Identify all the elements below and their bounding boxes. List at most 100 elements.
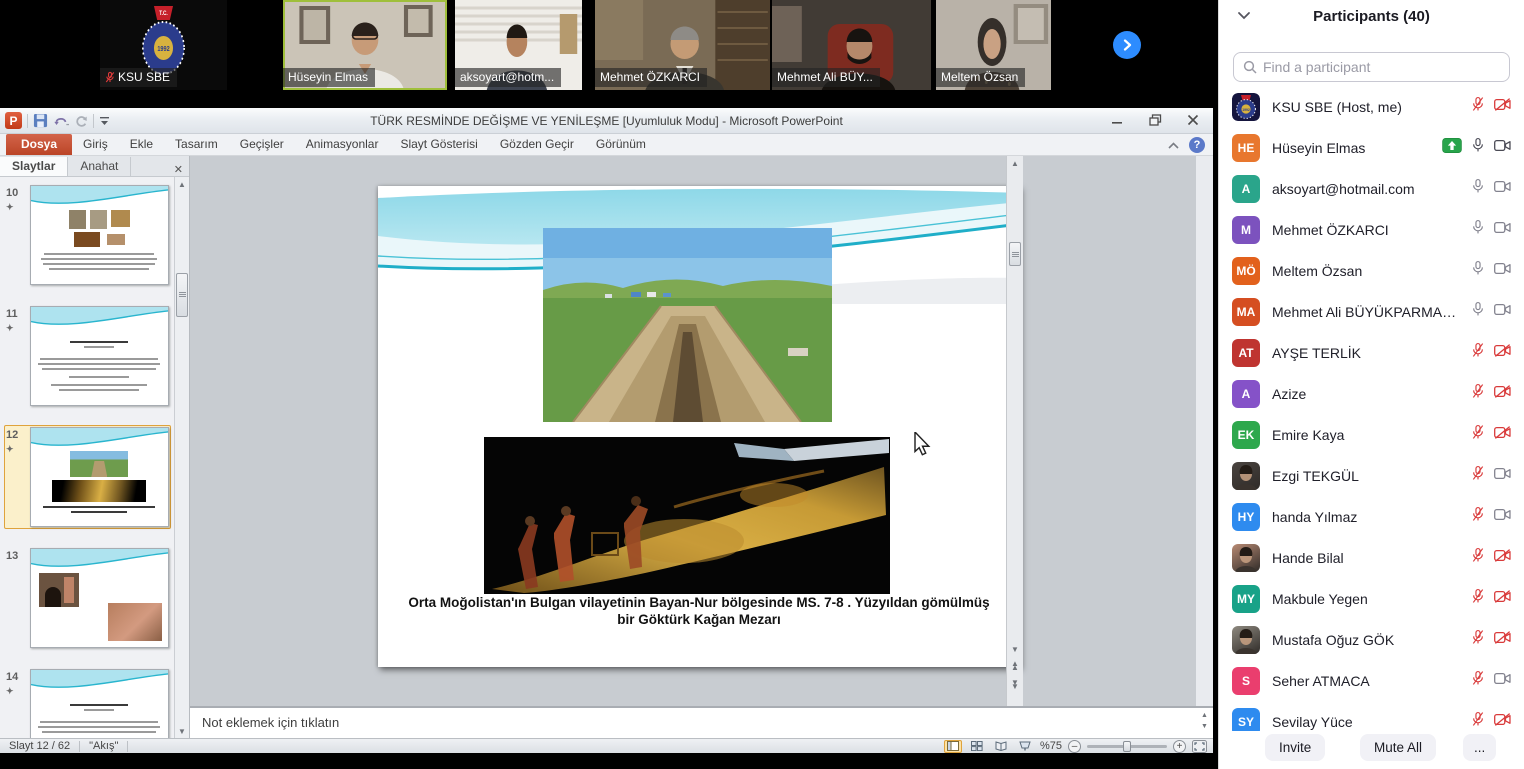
participant-row[interactable]: 1992KSU SBE (Host, me) bbox=[1219, 86, 1524, 127]
mic-on-icon[interactable] bbox=[1471, 137, 1485, 158]
zoom-out-button[interactable]: – bbox=[1068, 740, 1081, 753]
slideshow-view-button[interactable] bbox=[1016, 740, 1034, 753]
fit-to-window-button[interactable] bbox=[1192, 740, 1207, 753]
invite-button[interactable]: Invite bbox=[1265, 734, 1325, 761]
more-options-button[interactable]: ... bbox=[1463, 734, 1496, 761]
camera-on-icon[interactable] bbox=[1494, 180, 1511, 198]
zoom-slider-knob[interactable] bbox=[1123, 741, 1131, 752]
camera-on-icon[interactable] bbox=[1494, 262, 1511, 280]
camera-on-icon[interactable] bbox=[1494, 139, 1511, 157]
restore-button[interactable] bbox=[1141, 111, 1169, 129]
slide-thumbnail-row[interactable]: 13 bbox=[4, 546, 171, 650]
redo-icon[interactable] bbox=[74, 114, 88, 128]
camera-off-icon[interactable] bbox=[1494, 426, 1511, 444]
participant-row[interactable]: Ezgi TEKGÜL bbox=[1219, 455, 1524, 496]
reading-view-button[interactable] bbox=[992, 740, 1010, 753]
ribbon-tab-geçişler[interactable]: Geçişler bbox=[229, 134, 295, 155]
mute-all-button[interactable]: Mute All bbox=[1360, 734, 1436, 761]
participant-search[interactable] bbox=[1233, 52, 1510, 82]
participant-row[interactable]: Aaksoyart@hotmail.com bbox=[1219, 168, 1524, 209]
mic-on-icon[interactable] bbox=[1471, 260, 1485, 281]
participant-row[interactable]: MYMakbule Yegen bbox=[1219, 578, 1524, 619]
ribbon-tab-tasarım[interactable]: Tasarım bbox=[164, 134, 229, 155]
next-videos-button[interactable] bbox=[1113, 31, 1141, 59]
slide-thumbnail[interactable] bbox=[30, 185, 169, 285]
ribbon-collapse-icon[interactable] bbox=[1167, 141, 1180, 150]
slide-area-scrollbar[interactable]: ▲ ▼ ▲▲ ▼▼ bbox=[1006, 156, 1023, 706]
camera-off-icon[interactable] bbox=[1494, 98, 1511, 116]
scroll-down-icon[interactable]: ▼ bbox=[1007, 642, 1023, 656]
participant-row[interactable]: MÖMeltem Özsan bbox=[1219, 250, 1524, 291]
slide-thumbnail-row[interactable]: 14✦ bbox=[4, 667, 171, 738]
undo-icon[interactable] bbox=[53, 114, 69, 128]
camera-on-icon[interactable] bbox=[1494, 508, 1511, 526]
slide-thumbnail-row[interactable]: 11✦ bbox=[4, 304, 171, 408]
participant-row[interactable]: EKEmire Kaya bbox=[1219, 414, 1524, 455]
powerpoint-icon[interactable]: P bbox=[5, 112, 22, 129]
participant-row[interactable]: MAMehmet Ali BÜYÜKPARMAKSIZ bbox=[1219, 291, 1524, 332]
slide-thumbnail[interactable] bbox=[30, 306, 169, 406]
mic-off-icon[interactable] bbox=[1471, 670, 1485, 691]
tab-outline[interactable]: Anahat bbox=[68, 157, 131, 176]
mic-on-icon[interactable] bbox=[1471, 178, 1485, 199]
camera-off-icon[interactable] bbox=[1494, 385, 1511, 403]
mic-off-icon[interactable] bbox=[1471, 547, 1485, 568]
participant-row[interactable]: HEHüseyin Elmas bbox=[1219, 127, 1524, 168]
mic-off-icon[interactable] bbox=[1471, 96, 1485, 117]
save-icon[interactable] bbox=[33, 113, 48, 128]
participant-row[interactable]: AAzize bbox=[1219, 373, 1524, 414]
mic-off-icon[interactable] bbox=[1471, 342, 1485, 363]
video-tile[interactable]: Meltem Özsan bbox=[936, 0, 1051, 90]
camera-off-icon[interactable] bbox=[1494, 590, 1511, 608]
previous-slide-button[interactable]: ▲▲ bbox=[1007, 659, 1023, 673]
scroll-down-icon[interactable]: ▼ bbox=[175, 724, 189, 738]
mic-off-icon[interactable] bbox=[1471, 506, 1485, 527]
participant-row[interactable]: HYhanda Yılmaz bbox=[1219, 496, 1524, 537]
slide-sorter-view-button[interactable] bbox=[968, 740, 986, 753]
zoom-in-button[interactable]: + bbox=[1173, 740, 1186, 753]
mic-off-icon[interactable] bbox=[1471, 588, 1485, 609]
qat-customize-icon[interactable] bbox=[99, 115, 110, 127]
ribbon-tab-slayt-gösterisi[interactable]: Slayt Gösterisi bbox=[389, 134, 488, 155]
mic-off-icon[interactable] bbox=[1471, 424, 1485, 445]
slide-thumbnail-row[interactable]: 10✦ bbox=[4, 183, 171, 287]
participant-row[interactable]: SSeher ATMACA bbox=[1219, 660, 1524, 701]
mic-off-icon[interactable] bbox=[1471, 629, 1485, 650]
ribbon-tab-animasyonlar[interactable]: Animasyonlar bbox=[295, 134, 390, 155]
slide-canvas[interactable]: Orta Moğolistan'ın Bulgan vilayetinin Ba… bbox=[378, 186, 1020, 667]
zoom-slider[interactable] bbox=[1087, 745, 1167, 748]
notes-scrollbar[interactable]: ▲▼ bbox=[1198, 710, 1211, 732]
mic-off-icon[interactable] bbox=[1471, 383, 1485, 404]
help-icon[interactable]: ? bbox=[1189, 137, 1205, 153]
slide-thumbnail[interactable] bbox=[30, 669, 169, 738]
participant-row[interactable]: SYSevilay Yüce bbox=[1219, 701, 1524, 735]
ribbon-tab-giriş[interactable]: Giriş bbox=[72, 134, 119, 155]
tab-slides[interactable]: Slaytlar bbox=[0, 157, 68, 176]
camera-on-icon[interactable] bbox=[1494, 221, 1511, 239]
next-slide-button[interactable]: ▼▼ bbox=[1007, 678, 1023, 692]
minimize-button[interactable] bbox=[1103, 111, 1131, 129]
video-tile[interactable]: Mehmet ÖZKARCI bbox=[595, 0, 770, 90]
scrollbar-thumb[interactable] bbox=[1009, 242, 1021, 266]
camera-off-icon[interactable] bbox=[1494, 344, 1511, 362]
scroll-up-icon[interactable]: ▲ bbox=[1007, 156, 1023, 170]
ribbon-tab-görünüm[interactable]: Görünüm bbox=[585, 134, 657, 155]
participant-row[interactable]: MMehmet ÖZKARCI bbox=[1219, 209, 1524, 250]
slide-thumbnail[interactable] bbox=[30, 427, 169, 527]
scrollbar-thumb[interactable] bbox=[176, 273, 188, 317]
video-tile[interactable]: aksoyart@hotm... bbox=[455, 0, 582, 90]
video-tile[interactable]: T.C.1992KSU SBE bbox=[100, 0, 227, 90]
panel-close-icon[interactable]: ✕ bbox=[174, 163, 183, 176]
camera-on-icon[interactable] bbox=[1494, 672, 1511, 690]
camera-on-icon[interactable] bbox=[1494, 303, 1511, 321]
normal-view-button[interactable] bbox=[944, 740, 962, 753]
camera-off-icon[interactable] bbox=[1494, 713, 1511, 731]
thumbnails-scrollbar[interactable]: ▲ ▼ bbox=[174, 177, 189, 738]
ribbon-tab-ekle[interactable]: Ekle bbox=[119, 134, 164, 155]
search-input[interactable] bbox=[1263, 59, 1500, 75]
slide-thumbnail[interactable] bbox=[30, 548, 169, 648]
notes-pane[interactable]: Not eklemek için tıklatın ▲▼ bbox=[190, 706, 1213, 738]
slide-thumbnail-row[interactable]: 12✦ bbox=[4, 425, 171, 529]
close-button[interactable] bbox=[1179, 111, 1207, 129]
ribbon-tab-dosya[interactable]: Dosya bbox=[6, 134, 72, 155]
